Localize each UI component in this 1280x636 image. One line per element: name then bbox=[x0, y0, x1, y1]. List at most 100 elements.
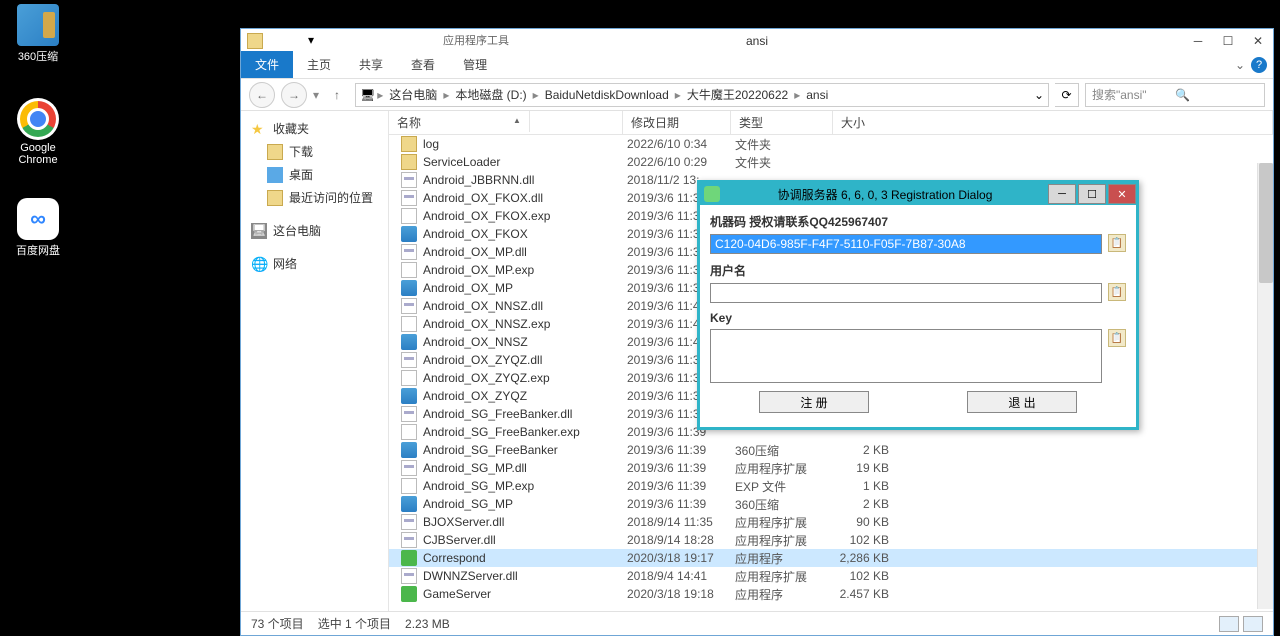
dialog-maximize-button[interactable]: ☐ bbox=[1078, 184, 1106, 204]
breadcrumb-seg[interactable]: 这台电脑 bbox=[385, 86, 441, 103]
file-row[interactable]: DWNNZServer.dll 2018/9/4 14:41 应用程序扩展 10… bbox=[389, 567, 1273, 585]
file-name: Android_OX_ZYQZ.exp bbox=[423, 371, 627, 385]
dialog-minimize-button[interactable]: ─ bbox=[1048, 184, 1076, 204]
sidebar-favorites[interactable]: ★收藏夹 bbox=[241, 117, 388, 140]
view-thumbs-button[interactable] bbox=[1243, 616, 1263, 632]
qat-dropdown[interactable]: ▾ bbox=[307, 32, 325, 50]
file-date: 2022/6/10 0:34 bbox=[627, 137, 735, 151]
file-row[interactable]: Android_SG_FreeBanker 2019/3/6 11:39 360… bbox=[389, 441, 1273, 459]
file-icon bbox=[401, 532, 417, 548]
minimize-button[interactable]: ─ bbox=[1183, 30, 1213, 52]
file-name: Android_OX_FKOX bbox=[423, 227, 627, 241]
sidebar-desktop[interactable]: 桌面 bbox=[241, 163, 388, 186]
help-icon[interactable]: ? bbox=[1251, 57, 1267, 73]
file-type: 应用程序扩展 bbox=[735, 532, 837, 549]
file-icon bbox=[401, 460, 417, 476]
desktop-icon-360zip[interactable]: 360压缩 bbox=[8, 4, 68, 64]
file-type: 应用程序 bbox=[735, 586, 837, 603]
file-icon bbox=[401, 316, 417, 332]
nav-up-button[interactable]: ↑ bbox=[325, 83, 349, 107]
tab-manage[interactable]: 管理 bbox=[449, 51, 501, 78]
username-label: 用户名 bbox=[710, 262, 1126, 279]
file-date: 2019/3/6 11:39 bbox=[627, 443, 735, 457]
file-row[interactable]: log 2022/6/10 0:34 文件夹 bbox=[389, 135, 1273, 153]
search-icon: 🔍 bbox=[1175, 88, 1258, 102]
nav-fwd-button[interactable]: → bbox=[281, 82, 307, 108]
file-row[interactable]: CJBServer.dll 2018/9/14 18:28 应用程序扩展 102… bbox=[389, 531, 1273, 549]
dialog-close-button[interactable]: ✕ bbox=[1108, 184, 1136, 204]
breadcrumb-seg[interactable]: 大牛魔王20220622 bbox=[683, 86, 792, 103]
file-type: 应用程序 bbox=[735, 550, 837, 567]
file-row[interactable]: BJOXServer.dll 2018/9/14 11:35 应用程序扩展 90… bbox=[389, 513, 1273, 531]
tab-home[interactable]: 主页 bbox=[293, 51, 345, 78]
tab-file[interactable]: 文件 bbox=[241, 51, 293, 78]
close-button[interactable]: ✕ bbox=[1243, 30, 1273, 52]
sidebar-network[interactable]: 🌐网络 bbox=[241, 252, 388, 275]
file-size: 2 KB bbox=[837, 497, 897, 511]
file-icon bbox=[401, 154, 417, 170]
status-bar: 73 个项目 选中 1 个项目 2.23 MB bbox=[241, 611, 1273, 635]
file-name: CJBServer.dll bbox=[423, 533, 627, 547]
file-row[interactable]: Android_SG_MP.exp 2019/3/6 11:39 EXP 文件 … bbox=[389, 477, 1273, 495]
file-row[interactable]: GameServer 2020/3/18 19:18 应用程序 2.457 KB bbox=[389, 585, 1273, 603]
paste-icon[interactable]: 📋 bbox=[1108, 283, 1126, 301]
file-type: 应用程序扩展 bbox=[735, 514, 837, 531]
breadcrumb-seg[interactable]: ansi bbox=[802, 88, 832, 102]
file-name: Android_SG_FreeBanker.exp bbox=[423, 425, 627, 439]
sidebar-thispc[interactable]: 🖥这台电脑 bbox=[241, 219, 388, 242]
ribbon-expand-icon[interactable]: ⌄ bbox=[1235, 58, 1245, 72]
paste-key-icon[interactable]: 📋 bbox=[1108, 329, 1126, 347]
dialog-titlebar[interactable]: 协调服务器 6, 6, 0, 3 Registration Dialog ─ ☐… bbox=[700, 183, 1136, 205]
sidebar-downloads[interactable]: 下载 bbox=[241, 140, 388, 163]
file-date: 2019/3/6 11:39 bbox=[627, 479, 735, 493]
file-row[interactable]: Android_SG_MP 2019/3/6 11:39 360压缩 2 KB bbox=[389, 495, 1273, 513]
column-headers[interactable]: ▲ 名称 修改日期 类型 大小 bbox=[389, 111, 1273, 135]
breadcrumb-seg[interactable]: 本地磁盘 (D:) bbox=[451, 86, 530, 103]
maximize-button[interactable]: ☐ bbox=[1213, 30, 1243, 52]
file-size: 2 KB bbox=[837, 443, 897, 457]
register-button[interactable]: 注 册 bbox=[759, 391, 869, 413]
file-icon bbox=[401, 172, 417, 188]
refresh-button[interactable]: ⟳ bbox=[1055, 83, 1079, 107]
file-icon bbox=[401, 244, 417, 260]
breadcrumb-seg[interactable]: BaiduNetdiskDownload bbox=[541, 88, 673, 102]
file-name: Android_OX_MP.exp bbox=[423, 263, 627, 277]
file-icon bbox=[401, 586, 417, 602]
scrollbar[interactable] bbox=[1257, 163, 1273, 609]
sidebar-recent[interactable]: 最近访问的位置 bbox=[241, 186, 388, 209]
tab-share[interactable]: 共享 bbox=[345, 51, 397, 78]
search-box[interactable]: 搜索"ansi" 🔍 bbox=[1085, 83, 1265, 107]
scrollbar-thumb[interactable] bbox=[1259, 163, 1273, 283]
desktop-icon-chrome[interactable]: Google Chrome bbox=[8, 98, 68, 166]
file-date: 2020/3/18 19:17 bbox=[627, 551, 735, 565]
copy-icon[interactable]: 📋 bbox=[1108, 234, 1126, 252]
col-date[interactable]: 修改日期 bbox=[623, 111, 731, 134]
qat-btn-2[interactable] bbox=[287, 32, 305, 50]
tab-view[interactable]: 查看 bbox=[397, 51, 449, 78]
key-label: Key bbox=[710, 311, 1126, 325]
key-input[interactable] bbox=[710, 329, 1102, 383]
address-bar[interactable]: 🖥▸ 这台电脑▸ 本地磁盘 (D:)▸ BaiduNetdiskDownload… bbox=[355, 83, 1049, 107]
file-row[interactable]: Correspond 2020/3/18 19:17 应用程序 2,286 KB bbox=[389, 549, 1273, 567]
recent-dropdown[interactable]: ▾ bbox=[313, 88, 319, 102]
nav-back-button[interactable]: ← bbox=[249, 82, 275, 108]
file-row[interactable]: Android_SG_MP.dll 2019/3/6 11:39 应用程序扩展 … bbox=[389, 459, 1273, 477]
view-details-button[interactable] bbox=[1219, 616, 1239, 632]
file-icon bbox=[401, 226, 417, 242]
desktop-icon-baidu[interactable]: ∞百度网盘 bbox=[8, 198, 68, 258]
file-type: 文件夹 bbox=[735, 154, 837, 171]
machine-code-input[interactable] bbox=[710, 234, 1102, 254]
addr-dropdown-icon[interactable]: ⌄ bbox=[1034, 88, 1044, 102]
qat-btn-1[interactable] bbox=[267, 32, 285, 50]
registration-dialog: 协调服务器 6, 6, 0, 3 Registration Dialog ─ ☐… bbox=[697, 180, 1139, 430]
exit-button[interactable]: 退 出 bbox=[967, 391, 1077, 413]
col-type[interactable]: 类型 bbox=[731, 111, 833, 134]
username-input[interactable] bbox=[710, 283, 1102, 303]
file-size: 19 KB bbox=[837, 461, 897, 475]
status-size: 2.23 MB bbox=[405, 617, 450, 631]
file-icon bbox=[401, 352, 417, 368]
file-icon bbox=[401, 406, 417, 422]
titlebar[interactable]: ▾ 应用程序工具 ansi ─ ☐ ✕ bbox=[241, 29, 1273, 53]
file-row[interactable]: ServiceLoader 2022/6/10 0:29 文件夹 bbox=[389, 153, 1273, 171]
col-size[interactable]: 大小 bbox=[833, 111, 1273, 134]
